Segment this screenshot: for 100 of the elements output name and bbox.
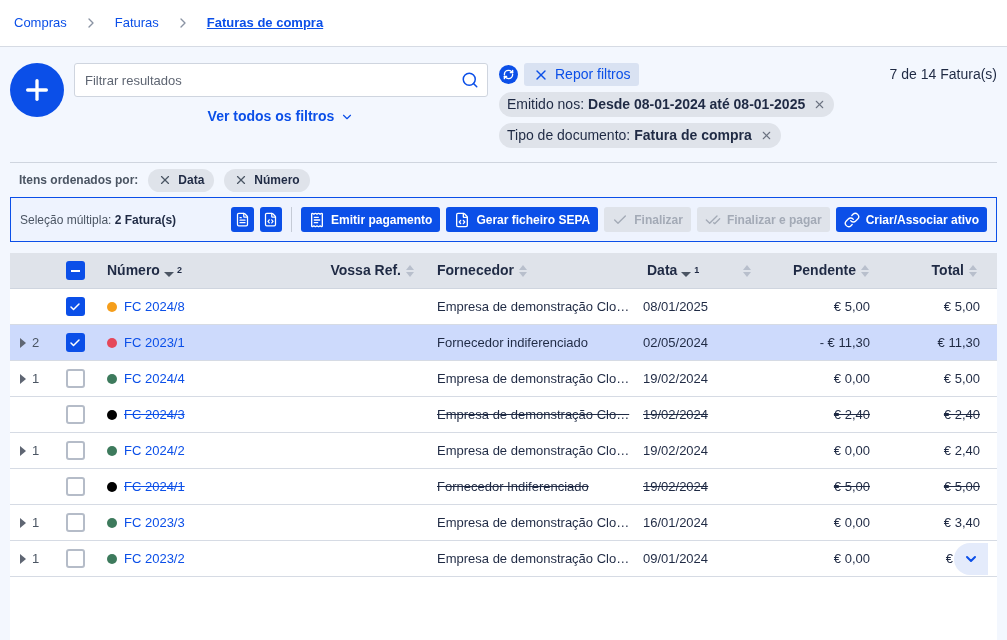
column-header[interactable]: Número xyxy=(107,260,160,281)
pending-cell-text: € 2,40 xyxy=(833,405,870,424)
supplier-cell-text: Empresa de demonstração Clo… xyxy=(437,549,630,568)
filter-chip[interactable]: Emitido nos: Desde 08-01-2024 até 08-01-2025 xyxy=(499,92,835,117)
total-cell-text: € 3,40 xyxy=(943,513,980,532)
refresh-icon xyxy=(503,69,514,80)
supplier-cell-text: Empresa de demonstração Clo… xyxy=(437,441,630,460)
child-count: 1 xyxy=(32,369,40,388)
column-header[interactable]: Data xyxy=(647,260,678,281)
filter-chip[interactable]: Tipo de documento: Fatura de compra xyxy=(499,123,781,148)
invoice-link[interactable]: FC 2024/8 xyxy=(124,296,185,317)
child-count: 1 xyxy=(32,549,40,568)
search-icon[interactable] xyxy=(461,71,479,89)
child-count: 1 xyxy=(32,441,40,460)
supplier-cell-text: Empresa de demonstração Clo… xyxy=(437,369,630,388)
expand-icon[interactable] xyxy=(20,373,26,384)
link-icon xyxy=(843,211,860,228)
all-filters-link[interactable]: Ver todos os filtros xyxy=(207,106,355,127)
total-cell-text: € 5,00 xyxy=(943,477,980,496)
code-document-icon xyxy=(454,211,471,228)
action-button[interactable]: Gerar ficheiro SEPA xyxy=(446,207,599,232)
pending-cell-text: € 0,00 xyxy=(833,369,870,388)
search-field[interactable]: Filtrar resultados xyxy=(74,63,488,97)
invoice-link[interactable]: FC 2024/4 xyxy=(124,368,185,389)
action-button[interactable]: Criar/Associar ativo xyxy=(835,207,987,232)
total-cell-text: € 5,00 xyxy=(943,297,980,316)
sort-order: 1 xyxy=(694,263,700,277)
check-icon xyxy=(69,336,81,349)
total-cell-text: € 5,00 xyxy=(943,369,980,388)
row-checkbox[interactable] xyxy=(65,441,85,460)
expand-icon[interactable] xyxy=(20,337,26,348)
document-info-button[interactable] xyxy=(259,207,283,232)
row-checkbox[interactable] xyxy=(65,297,85,316)
reset-filters-button[interactable]: Repor filtros xyxy=(524,63,640,86)
receipt-icon xyxy=(309,211,326,228)
table-row[interactable]: 2 FC 2023/1 Fornecedor indiferenciado 02/05/2024 - € 11,30 € 11,30 xyxy=(10,325,997,361)
document-button[interactable] xyxy=(231,207,254,232)
invoice-link[interactable]: FC 2024/3 xyxy=(124,404,185,425)
sort-chip[interactable]: Número xyxy=(224,168,310,192)
row-checkbox[interactable] xyxy=(65,477,85,496)
child-count: 1 xyxy=(32,513,40,532)
pending-cell-text: € 0,00 xyxy=(833,513,870,532)
invoice-link[interactable]: FC 2023/1 xyxy=(124,332,185,353)
supplier-cell-text: Fornecedor indiferenciado xyxy=(437,333,589,352)
sort-order: 2 xyxy=(176,263,182,277)
row-checkbox[interactable] xyxy=(65,333,85,352)
pending-cell-text: - € 11,30 xyxy=(819,333,870,352)
date-cell-text: 19/02/2024 xyxy=(643,369,709,388)
row-checkbox[interactable] xyxy=(65,513,85,532)
expand-icon[interactable] xyxy=(20,517,26,528)
invoice-link[interactable]: FC 2023/2 xyxy=(124,548,185,569)
date-cell-text: 19/02/2024 xyxy=(643,477,709,496)
filter-value: Fatura de compra xyxy=(634,126,752,145)
check-icon xyxy=(69,300,81,313)
expand-icon[interactable] xyxy=(20,445,26,456)
sort-descending-icon[interactable] xyxy=(163,269,174,278)
invoice-link[interactable]: FC 2024/2 xyxy=(124,440,185,461)
expand-icon[interactable] xyxy=(20,553,26,564)
breadcrumb-link[interactable]: Compras xyxy=(14,13,67,33)
date-cell-text: 09/01/2024 xyxy=(643,549,709,568)
document-icon xyxy=(234,212,250,227)
breadcrumb-link[interactable]: Faturas de compra xyxy=(206,13,324,33)
column-header[interactable]: Pendente xyxy=(793,260,856,281)
total-cell-text: € 2,40 xyxy=(943,405,980,424)
total-cell-text: € 11,30 xyxy=(937,333,980,352)
selection-label: Seleção múltipla: 2 Fatura(s) xyxy=(20,211,178,229)
row-checkbox[interactable] xyxy=(65,405,85,424)
date-cell-text: 08/01/2025 xyxy=(643,297,709,316)
supplier-cell-text: Empresa de demonstração Clo… xyxy=(437,513,630,532)
total-cell-text: € xyxy=(945,549,953,568)
filter-value: Desde 08-01-2024 até 08-01-2025 xyxy=(588,95,806,114)
row-checkbox[interactable] xyxy=(65,549,85,568)
table-row[interactable]: 1 FC 2023/2 Empresa de demonstração Clo… 09/01/2024 € 0,00 € xyxy=(10,541,997,577)
row-checkbox[interactable] xyxy=(65,369,85,388)
action-button[interactable]: Emitir pagamento xyxy=(301,207,441,232)
column-header[interactable]: Fornecedor xyxy=(437,260,514,281)
pending-cell-text: € 5,00 xyxy=(833,477,870,496)
scroll-down-button[interactable] xyxy=(954,543,988,575)
date-cell-text: 19/02/2024 xyxy=(643,405,709,424)
sort-descending-icon[interactable] xyxy=(681,269,692,278)
pending-cell-text: € 0,00 xyxy=(833,441,870,460)
child-count: 2 xyxy=(32,333,40,352)
total-cell-text: € 2,40 xyxy=(943,441,980,460)
result-count: 7 de 14 Fatura(s) xyxy=(889,65,997,84)
breadcrumb-link[interactable]: Faturas xyxy=(114,13,159,33)
date-cell-text: 16/01/2024 xyxy=(643,513,709,532)
supplier-cell-text: Empresa de demonstração Clo… xyxy=(437,297,630,316)
select-all-checkbox[interactable] xyxy=(65,261,85,280)
date-cell-text: 02/05/2024 xyxy=(643,333,709,352)
sort-chip[interactable]: Data xyxy=(148,168,215,192)
invoice-link[interactable]: FC 2024/1 xyxy=(124,476,185,497)
filter-label: Tipo de documento: xyxy=(507,126,631,145)
column-header[interactable]: Vossa Ref. xyxy=(330,260,401,281)
invoice-link[interactable]: FC 2023/3 xyxy=(124,512,185,533)
pending-cell-text: € 0,00 xyxy=(833,549,870,568)
add-button[interactable] xyxy=(10,63,64,117)
refresh-button[interactable] xyxy=(499,65,518,84)
supplier-cell-text: Empresa de demonstração Clo… xyxy=(437,405,630,424)
sort-label: Itens ordenados por: xyxy=(19,172,139,189)
column-header[interactable]: Total xyxy=(931,260,964,281)
